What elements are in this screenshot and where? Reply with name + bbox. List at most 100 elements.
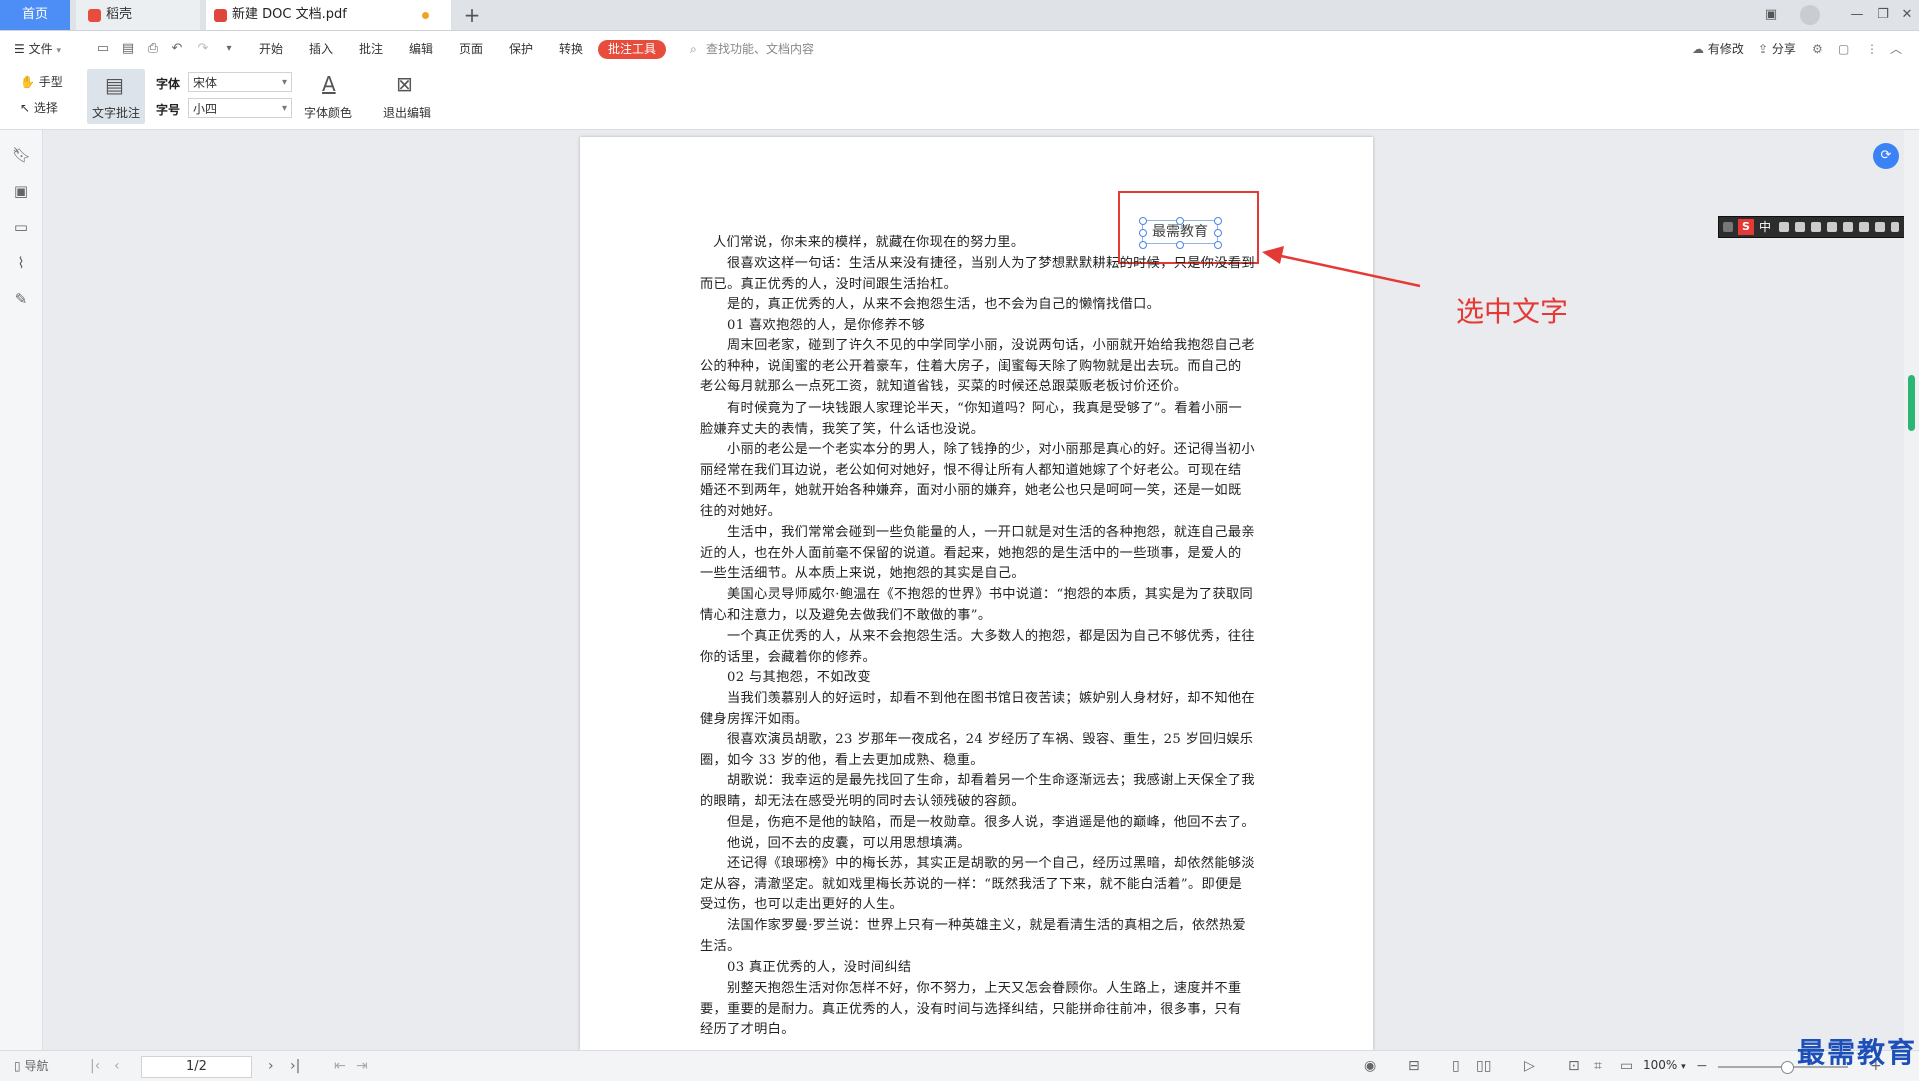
zoom-out-icon[interactable]: − (1696, 1058, 1708, 1074)
nav-toggle[interactable]: ▯ 导航 (14, 1058, 48, 1074)
font-label: 字体 (156, 77, 181, 91)
signature-icon[interactable]: ✎ (12, 290, 30, 308)
has-changes-button[interactable]: ☁ 有修改 (1692, 31, 1744, 67)
play-icon[interactable]: ▷ (1524, 1058, 1535, 1074)
tab-document-label: 新建 DOC 文档.pdf (232, 7, 347, 22)
paragraph: 法国作家罗曼·罗兰说：世界上只有一种英雄主义，就是看清生活的真相之后，依然热爱生… (700, 918, 1246, 954)
more-icon[interactable]: ⋮ (1866, 31, 1878, 67)
size-label: 字号 (156, 103, 181, 117)
font-color-label: 字体颜色 (304, 106, 353, 120)
tab-document[interactable]: 新建 DOC 文档.pdf (206, 0, 451, 30)
customize-icon[interactable]: ▾ (222, 42, 236, 56)
zoom-slider-knob[interactable] (1781, 1061, 1794, 1074)
paragraph: 周末回老家，碰到了许久不见的中学同学小丽，没说两句话，小丽就开始给我抱怨自己老公… (700, 338, 1255, 395)
resize-handle[interactable] (1214, 217, 1222, 225)
thumbnail-icon[interactable]: ▣ (12, 182, 30, 200)
double-page-icon[interactable]: ▯▯ (1476, 1058, 1491, 1074)
restore-button[interactable]: ❐ (1872, 5, 1894, 25)
exit-edit-button[interactable]: ⊠ 退出编辑 (380, 69, 438, 125)
menu-page[interactable]: 页面 (459, 31, 483, 67)
save-icon[interactable]: ▤ (121, 42, 135, 56)
menu-edit[interactable]: 编辑 (409, 31, 433, 67)
print-icon[interactable]: ⎙ (146, 42, 160, 56)
resize-handle[interactable] (1139, 217, 1147, 225)
paragraph: 生活中，我们常常会碰到一些负能量的人，一开口就是对生活的各种抱怨，就连自己最亲近… (700, 525, 1255, 582)
collapse-ribbon-icon[interactable]: ︿ (1890, 31, 1902, 67)
font-select[interactable]: 宋体 ▾ (188, 72, 292, 92)
menu-annotate[interactable]: 批注 (359, 31, 383, 67)
size-select[interactable]: 小四 ▾ (188, 98, 292, 118)
resize-handle[interactable] (1176, 217, 1184, 225)
chevron-down-icon: ▾ (56, 46, 61, 56)
actual-size-icon[interactable]: ⊡ (1568, 1058, 1580, 1074)
search-input[interactable]: ⌕ 查找功能、文档内容 (690, 40, 866, 58)
next-page-icon[interactable]: › (268, 1058, 274, 1074)
resize-handle[interactable] (1139, 241, 1147, 249)
fit-width-icon[interactable]: ⊟ (1408, 1058, 1420, 1074)
close-button[interactable]: ✕ (1896, 5, 1918, 25)
tab-home[interactable]: 首页 (0, 0, 70, 30)
menu-insert[interactable]: 插入 (309, 31, 333, 67)
last-page-icon[interactable]: ›| (290, 1058, 300, 1074)
convert-float-button[interactable]: ⟳ (1873, 143, 1899, 169)
arrow-annotation (1262, 246, 1421, 288)
fit-page-icon[interactable]: ⌗ (1594, 1058, 1602, 1074)
scrollbar-thumb[interactable] (1908, 375, 1915, 431)
avatar[interactable] (1800, 5, 1820, 25)
undo-icon[interactable]: ↶ (170, 42, 184, 56)
menu-convert[interactable]: 转换 (559, 31, 583, 67)
back-icon[interactable]: ⇤ (334, 1058, 346, 1074)
sogou-icon: S (1738, 219, 1754, 235)
prev-page-icon[interactable]: ‹ (114, 1058, 120, 1074)
open-folder-icon[interactable]: ▭ (96, 42, 110, 56)
nav-label: 导航 (24, 1059, 49, 1073)
menu-start[interactable]: 开始 (259, 31, 283, 67)
resize-handle[interactable] (1214, 241, 1222, 249)
resize-handle[interactable] (1139, 229, 1147, 237)
hand-tool-button[interactable]: ✋ 手型 (20, 73, 63, 90)
layout-icon[interactable]: ▣ (1760, 5, 1782, 25)
ime-toolbar[interactable]: S 中 (1718, 216, 1908, 238)
redo-icon[interactable]: ↷ (196, 42, 210, 56)
forward-icon[interactable]: ⇥ (356, 1058, 368, 1074)
first-page-icon[interactable]: |‹ (90, 1058, 100, 1074)
menu-protect[interactable]: 保护 (509, 31, 533, 67)
single-page-icon[interactable]: ▯ (1452, 1058, 1460, 1074)
tab-annotation-tools[interactable]: 批注工具 (598, 40, 666, 59)
menu-bar: ☰ 文件 ▾ ▭ ▤ ⎙ ↶ ↷ ▾ 开始 插入 批注 编辑 页面 保护 转换 … (0, 31, 1919, 67)
scrollbar-track[interactable] (1904, 130, 1919, 1050)
hand-icon: ✋ (20, 75, 35, 89)
comment-list-icon[interactable]: ▭ (12, 218, 30, 236)
select-tool-button[interactable]: ↖ 选择 (20, 99, 58, 116)
comment-icon[interactable]: ▢ (1838, 31, 1849, 67)
punct-icon (1795, 222, 1805, 232)
file-menu[interactable]: ☰ 文件 ▾ (14, 31, 61, 67)
page-number-input[interactable]: 1/2 (141, 1056, 252, 1078)
arrow-head (1262, 246, 1284, 264)
wrench-icon (1859, 222, 1869, 232)
bookmark-icon[interactable]: 🔖︎ (12, 146, 31, 164)
font-color-icon: A (322, 72, 336, 96)
tab-shell[interactable]: 稻壳 (76, 0, 200, 30)
font-select-value: 宋体 (193, 76, 218, 90)
section-heading: 02 与其抱怨，不如改变 (727, 670, 871, 685)
paragraph: 胡歌说：我幸运的是最先找回了生命，却看着另一个生命逐渐远去；我感谢上天保全了我的… (700, 773, 1255, 809)
share-button[interactable]: ⇪ 分享 (1758, 31, 1796, 67)
zoom-level[interactable]: 100% ▾ (1643, 1058, 1686, 1072)
text-annotation-button[interactable]: ▤ 文字批注 (87, 69, 145, 124)
has-changes-label: 有修改 (1707, 42, 1744, 56)
exit-edit-icon: ⊠ (396, 72, 413, 96)
tab-shell-label: 稻壳 (106, 7, 133, 22)
minimize-button[interactable]: — (1846, 5, 1868, 25)
paragraph: 人们常说，你未来的模样，就藏在你现在的努力里。 (713, 235, 1025, 250)
resize-handle[interactable] (1214, 229, 1222, 237)
font-color-button[interactable]: A 字体颜色 (302, 69, 360, 125)
eye-icon[interactable]: ◉ (1364, 1058, 1376, 1074)
new-tab-button[interactable]: + (460, 0, 484, 30)
crop-icon[interactable]: ▭ (1620, 1058, 1633, 1074)
share-label: 分享 (1771, 42, 1796, 56)
resize-handle[interactable] (1176, 241, 1184, 249)
attachment-icon[interactable]: ⌇ (12, 254, 30, 272)
tab-bar: 首页 稻壳 新建 DOC 文档.pdf + ▣ — ❐ ✕ (0, 0, 1919, 31)
settings-icon[interactable]: ⚙ (1812, 31, 1823, 67)
